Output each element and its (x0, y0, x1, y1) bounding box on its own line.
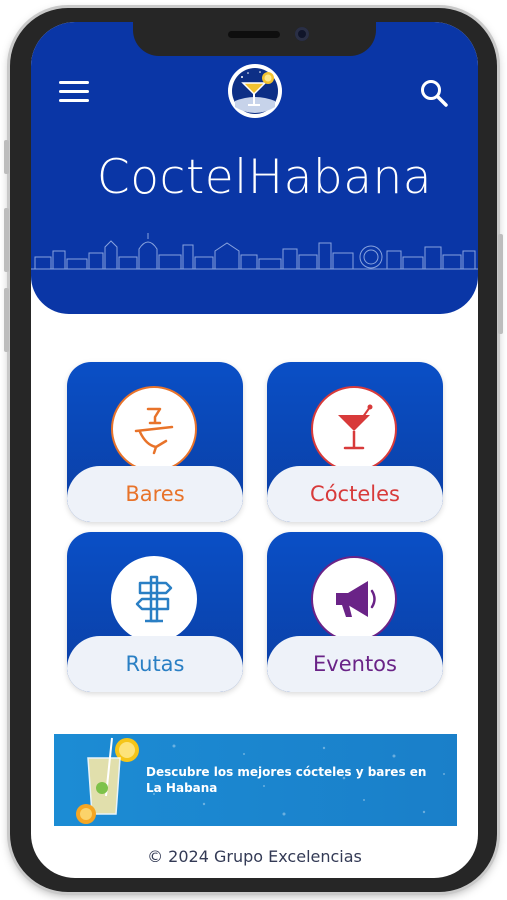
app-title: CoctelHabana (96, 150, 433, 205)
volume-up-button (4, 208, 9, 272)
signpost-icon (135, 575, 173, 623)
tile-cocteles-label: Cócteles (310, 482, 400, 506)
havana-skyline-illustration (31, 233, 478, 270)
front-camera (295, 27, 309, 41)
app-header: CoctelHabana (31, 22, 478, 314)
tile-eventos-icon-circle (311, 556, 397, 642)
tile-eventos[interactable]: Eventos (267, 532, 443, 692)
tile-bares[interactable]: Bares (67, 362, 243, 522)
power-button (498, 234, 503, 334)
hamburger-menu-icon[interactable] (59, 81, 89, 103)
cocktail-logo-icon[interactable] (227, 63, 283, 119)
banner-text: Descubre los mejores cócteles y bares en… (146, 765, 427, 795)
phone-notch (133, 22, 376, 56)
tile-rutas-icon-circle (111, 556, 197, 642)
footer-copyright: © 2024 Grupo Excelencias (147, 847, 362, 866)
waiter-tray-icon (134, 407, 174, 455)
tile-rutas[interactable]: Rutas (67, 532, 243, 692)
tile-rutas-label-area: Rutas (67, 636, 243, 692)
tile-cocteles[interactable]: Cócteles (267, 362, 443, 522)
tile-bares-label: Bares (125, 482, 185, 506)
cocktail-glass-icon (338, 404, 373, 450)
speaker-grille (228, 31, 280, 38)
volume-down-button (4, 288, 9, 352)
tile-eventos-label-area: Eventos (267, 636, 443, 692)
tile-bares-label-area: Bares (67, 466, 243, 522)
app-screen: CoctelHabana Bares Cócteles Rutas Evento… (31, 22, 478, 878)
megaphone-icon (336, 581, 376, 617)
lemonade-glass-icon (76, 737, 139, 824)
tile-cocteles-label-area: Cócteles (267, 466, 443, 522)
tile-eventos-label: Eventos (313, 652, 397, 676)
tile-rutas-label: Rutas (125, 652, 185, 676)
promo-banner[interactable]: Descubre los mejores cócteles y bares en… (54, 734, 457, 826)
tile-bares-icon-circle (111, 386, 197, 472)
mute-switch (4, 140, 9, 174)
search-icon[interactable] (419, 78, 449, 108)
tile-cocteles-icon-circle (311, 386, 397, 472)
